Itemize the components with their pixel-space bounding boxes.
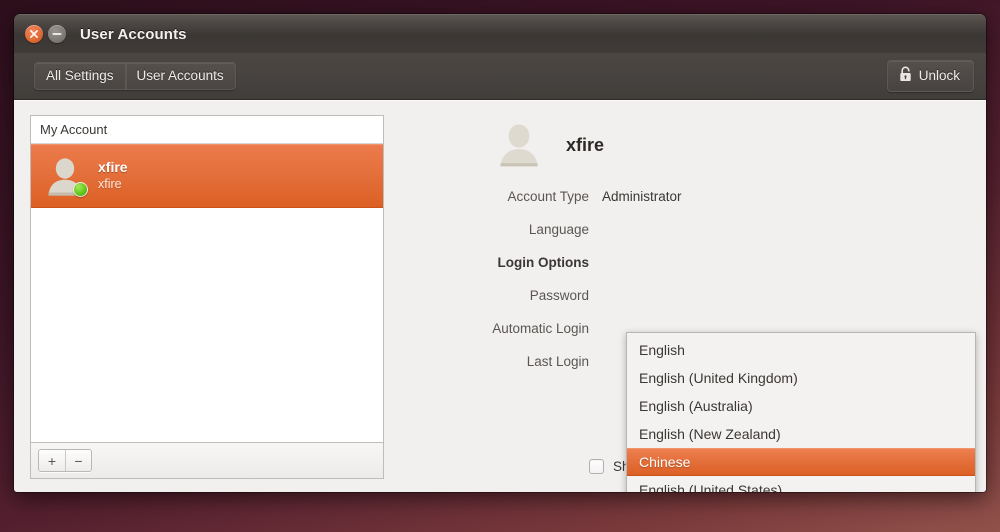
dropdown-item-english-united-states[interactable]: English (United States) [627, 476, 975, 492]
close-icon[interactable] [25, 25, 43, 43]
user-list-footer: + − [30, 442, 384, 479]
language-dropdown-menu[interactable]: English English (United Kingdom) English… [626, 332, 976, 492]
window-title: User Accounts [80, 25, 187, 43]
user-avatar-icon[interactable] [494, 120, 544, 170]
breadcrumb-all-settings[interactable]: All Settings [35, 63, 125, 89]
window-titlebar: User Accounts [14, 14, 986, 53]
dropdown-item-english[interactable]: English [627, 336, 975, 364]
breadcrumb-user-accounts[interactable]: User Accounts [124, 63, 235, 89]
user-avatar-icon [43, 154, 88, 198]
user-accounts-window: User Accounts All Settings User Accounts… [14, 14, 986, 492]
breadcrumb: All Settings User Accounts [34, 62, 236, 90]
list-item-username: xfire [98, 176, 122, 191]
field-row-password: Password [394, 279, 970, 312]
unlock-button[interactable]: Unlock [886, 60, 974, 92]
field-value-account-type[interactable]: Administrator [602, 189, 682, 204]
padlock-icon [899, 66, 912, 85]
add-remove-button-group: + − [38, 449, 92, 472]
field-row-language: Language [394, 213, 970, 246]
unlock-button-label: Unlock [918, 68, 960, 83]
remove-user-button[interactable]: − [65, 450, 91, 471]
field-row-login-options: Login Options [394, 246, 970, 279]
add-user-button[interactable]: + [39, 450, 65, 471]
field-label-login-options: Login Options [497, 255, 589, 270]
user-list-panel: My Account xfire xfire + − [30, 115, 384, 479]
field-label-last-login: Last Login [526, 354, 589, 369]
field-label-account-type: Account Type [507, 189, 589, 204]
dropdown-item-english-united-kingdom[interactable]: English (United Kingdom) [627, 364, 975, 392]
field-label-language: Language [528, 222, 589, 237]
dropdown-item-chinese[interactable]: Chinese [627, 448, 975, 477]
list-item-name: xfire [98, 159, 128, 176]
list-item-labels: xfire xfire [98, 159, 128, 192]
user-list: My Account xfire xfire [30, 115, 384, 442]
window-toolbar: All Settings User Accounts Unlock [14, 53, 986, 100]
dropdown-item-english-australia[interactable]: English (Australia) [627, 392, 975, 420]
status-online-indicator [73, 182, 88, 197]
list-item[interactable]: xfire xfire [31, 144, 383, 208]
dropdown-item-english-new-zealand[interactable]: English (New Zealand) [627, 420, 975, 448]
show-login-name-checkbox[interactable] [589, 459, 604, 474]
minimize-icon[interactable] [48, 25, 66, 43]
field-label-automatic-login: Automatic Login [492, 321, 589, 336]
window-content: My Account xfire xfire + − xfire Account… [14, 100, 986, 492]
profile-header: xfire [394, 115, 970, 180]
user-list-header: My Account [31, 116, 383, 144]
page-title: xfire [566, 134, 605, 155]
field-row-account-type: Account Type Administrator [394, 180, 970, 213]
field-label-password: Password [529, 288, 589, 303]
